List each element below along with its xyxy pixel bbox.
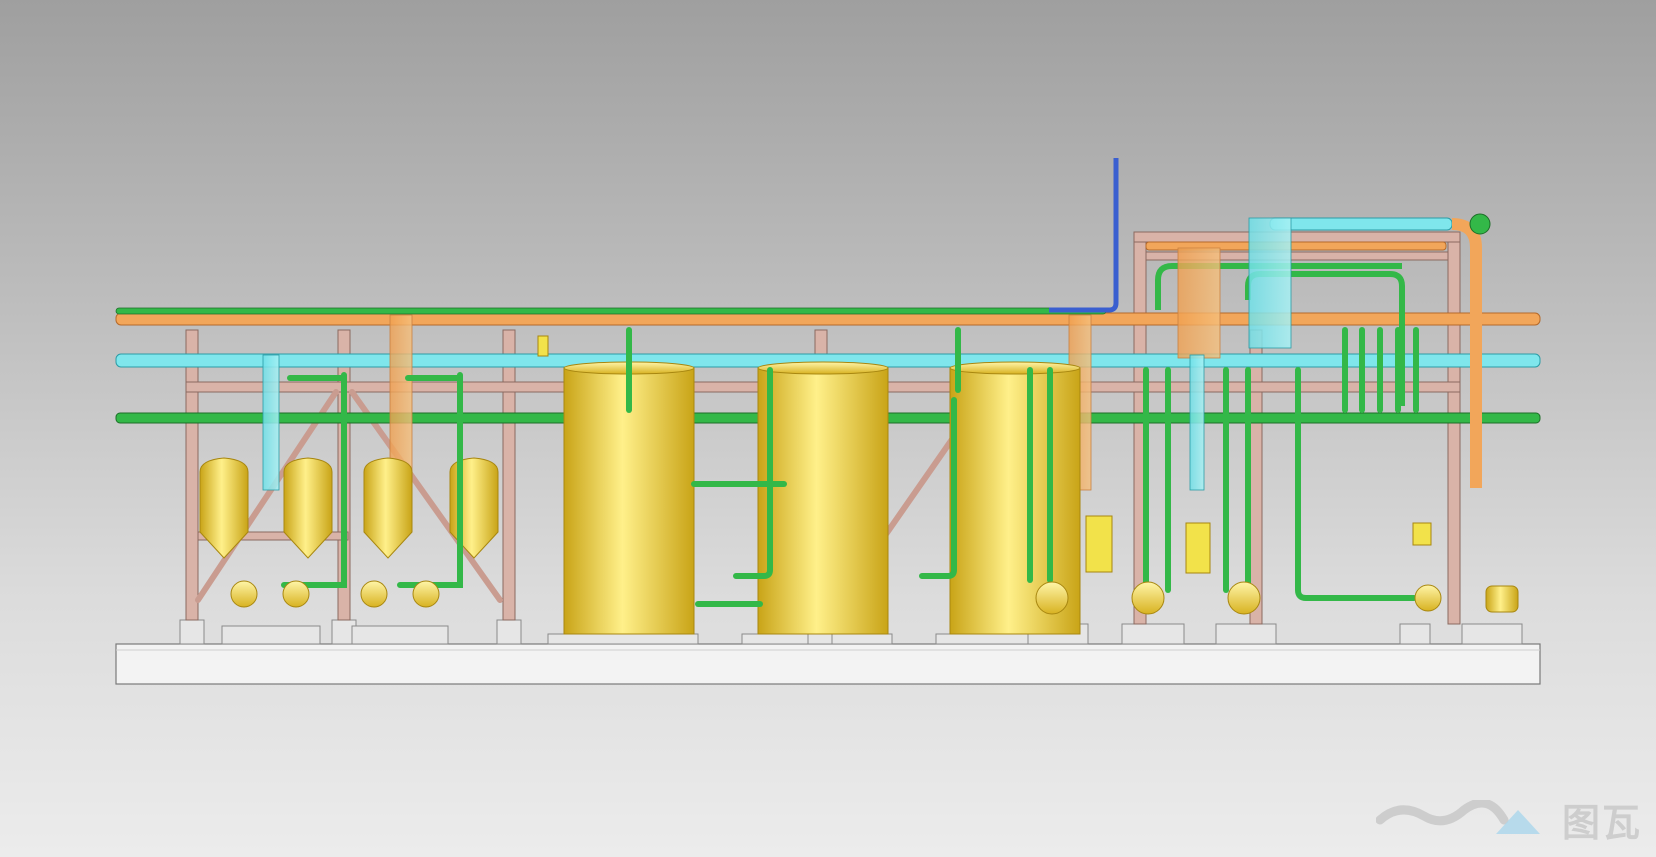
small-vessel <box>363 457 413 559</box>
centrifugal-pump <box>360 580 388 608</box>
centrifugal-pump <box>412 580 440 608</box>
centrifugal-pump <box>1131 581 1165 615</box>
plant-model-drawing <box>115 158 1541 685</box>
large-vessels <box>563 361 1081 635</box>
header-pipe-orange <box>115 312 1541 326</box>
watermark-text: 图瓦 <box>1561 801 1642 845</box>
watermark: 图瓦 <box>1375 792 1642 847</box>
centrifugal-pump <box>1035 581 1069 615</box>
small-vessel <box>199 457 249 559</box>
centrifugal-pump <box>282 580 310 608</box>
centrifugal-pump <box>230 580 258 608</box>
wave-logo-icon <box>1375 799 1540 834</box>
base-slab <box>115 643 1541 685</box>
vent-pipe-blue <box>1049 158 1119 313</box>
centrifugal-pump <box>1227 581 1261 615</box>
small-vessel <box>283 457 333 559</box>
motor <box>1485 585 1519 613</box>
cad-viewport[interactable]: 图瓦 <box>0 0 1656 857</box>
centrifugal-pump <box>1414 584 1442 612</box>
large-vessel <box>757 361 889 635</box>
